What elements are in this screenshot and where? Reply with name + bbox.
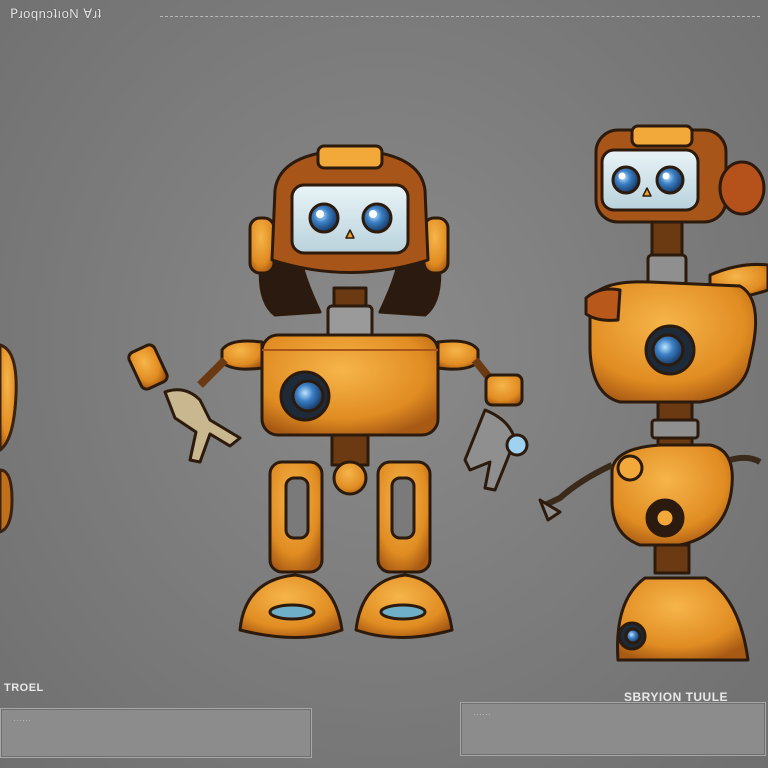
robot-side-view xyxy=(538,124,768,662)
notes-box-right: ······ xyxy=(460,702,766,756)
notes-box-left: ······ xyxy=(0,708,312,758)
robot-partial-left xyxy=(0,343,18,534)
notes-placeholder-right: ······ xyxy=(473,709,491,719)
notes-placeholder-left: ······ xyxy=(13,715,31,725)
robot-illustration xyxy=(0,124,768,662)
caption-left: TROEL xyxy=(4,682,44,694)
robot-front-view xyxy=(127,144,529,639)
